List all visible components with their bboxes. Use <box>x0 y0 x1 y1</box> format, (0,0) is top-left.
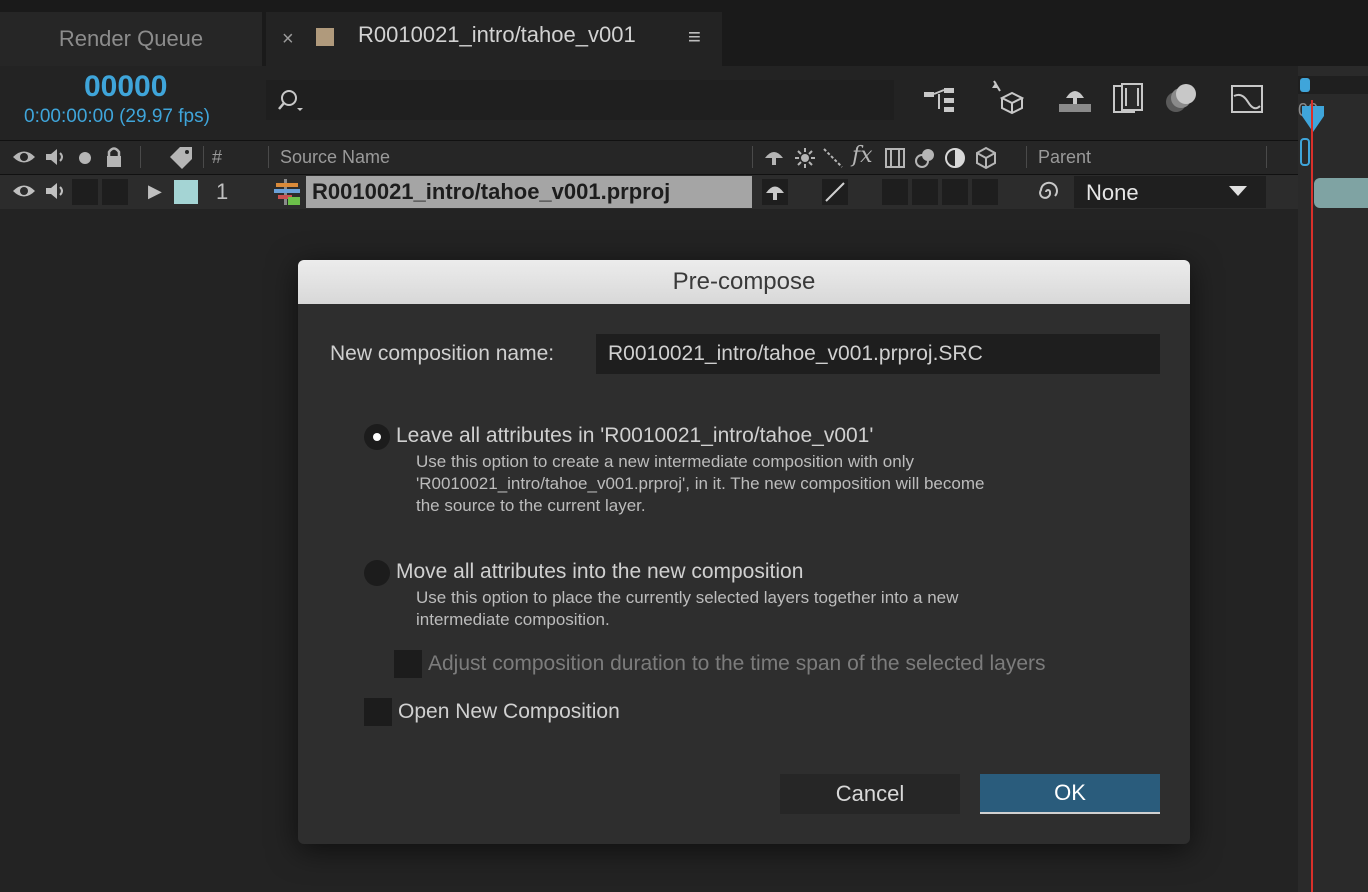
leave-attributes-label[interactable]: Leave all attributes in 'R0010021_intro/… <box>396 424 873 448</box>
work-area-start-handle[interactable] <box>1300 78 1310 92</box>
radio-move-attributes[interactable] <box>364 560 390 586</box>
adjust-duration-label: Adjust composition duration to the time … <box>428 652 1046 675</box>
3d-layer-icon <box>976 146 996 170</box>
layer-column-header <box>0 140 1298 175</box>
graph-editor-icon[interactable] <box>1230 80 1264 116</box>
move-attributes-label[interactable]: Move all attributes into the new composi… <box>396 560 803 584</box>
tab-render-queue[interactable]: Render Queue <box>0 12 262 66</box>
dialog-title: Pre-compose <box>298 260 1190 304</box>
shy-layers-icon[interactable] <box>1058 80 1092 116</box>
panel-menu-icon[interactable]: ≡ <box>688 24 701 50</box>
parent-dropdown-value: None <box>1086 180 1139 205</box>
quality-slash-icon <box>825 182 845 202</box>
precompose-dialog: Pre-compose New composition name: Leave … <box>298 260 1190 844</box>
frame-blending-icon[interactable] <box>1112 80 1146 116</box>
radio-leave-attributes[interactable] <box>364 424 390 450</box>
current-time-indicator[interactable] <box>1311 100 1313 892</box>
layer-visibility-eye-icon[interactable] <box>12 182 36 200</box>
draft-3d-icon[interactable] <box>990 80 1024 116</box>
lock-icon[interactable] <box>105 146 123 168</box>
premiere-project-icon <box>274 179 300 205</box>
frame-blend-column-icon <box>885 148 905 168</box>
layer-audio-speaker-icon[interactable] <box>44 181 68 201</box>
effects-column-icon: fx <box>852 143 873 168</box>
cancel-button[interactable]: Cancel <box>780 774 960 814</box>
audio-speaker-icon[interactable] <box>44 147 68 167</box>
adjust-duration-checkbox[interactable] <box>394 650 422 678</box>
comp-flowchart-icon[interactable] <box>922 80 956 116</box>
layer-search-field[interactable] <box>266 80 894 120</box>
layer-3d-switch[interactable] <box>972 179 998 205</box>
layer-frame-blend-switch[interactable] <box>882 179 908 205</box>
playhead-icon[interactable] <box>1300 104 1326 134</box>
column-number[interactable]: # <box>212 147 222 168</box>
leave-attributes-description: Use this option to create a new intermed… <box>416 452 985 515</box>
shy-switch-icon <box>765 152 783 165</box>
radio-selected-dot <box>373 433 381 441</box>
motion-blur-icon[interactable] <box>1164 80 1198 116</box>
layer-shy-switch[interactable] <box>762 179 788 205</box>
column-source-name[interactable]: Source Name <box>280 147 390 168</box>
layer-source-name[interactable]: R0010021_intro/tahoe_v001.prproj <box>312 179 670 205</box>
open-new-composition-label[interactable]: Open New Composition <box>398 700 620 724</box>
video-eye-icon[interactable] <box>12 148 36 166</box>
adjustment-layer-icon <box>945 148 965 168</box>
layer-label-color[interactable] <box>174 180 198 204</box>
layer-motion-blur-switch[interactable] <box>912 179 938 205</box>
layer-solo-toggle[interactable] <box>72 179 98 205</box>
parent-pickwhip-icon[interactable] <box>1036 180 1060 204</box>
shy-icon <box>766 186 784 200</box>
timeline-navigator-handle[interactable] <box>1300 138 1310 166</box>
column-parent[interactable]: Parent <box>1038 147 1091 168</box>
search-icon[interactable] <box>278 88 304 114</box>
current-time-display[interactable]: 00000 <box>84 70 167 104</box>
layer-duration-bar[interactable] <box>1314 178 1368 208</box>
new-comp-name-field[interactable] <box>596 334 1160 374</box>
quality-icon <box>823 148 843 168</box>
layer-index: 1 <box>216 179 229 204</box>
move-attributes-description: Use this option to place the currently s… <box>416 588 959 629</box>
composition-color-swatch <box>316 28 334 46</box>
timecode-fps-readout: 0:00:00:00 (29.97 fps) <box>24 106 210 127</box>
chevron-down-icon[interactable] <box>1228 184 1248 198</box>
ok-button[interactable]: OK <box>980 774 1160 814</box>
layer-expand-triangle-icon[interactable]: ▶ <box>148 181 162 202</box>
layer-lock-toggle[interactable] <box>102 179 128 205</box>
close-tab-icon[interactable]: × <box>282 28 294 51</box>
label-tag-icon[interactable] <box>168 145 194 169</box>
motion-blur-column-icon <box>915 149 934 168</box>
layer-adjustment-switch[interactable] <box>942 179 968 205</box>
layer-quality-switch[interactable] <box>822 179 848 205</box>
collapse-sun-icon <box>795 148 815 168</box>
tab-composition-label: R0010021_intro/tahoe_v001 <box>358 22 636 47</box>
new-comp-name-label: New composition name: <box>330 342 555 365</box>
open-new-composition-checkbox[interactable] <box>364 698 392 726</box>
solo-dot-icon[interactable] <box>77 150 93 166</box>
